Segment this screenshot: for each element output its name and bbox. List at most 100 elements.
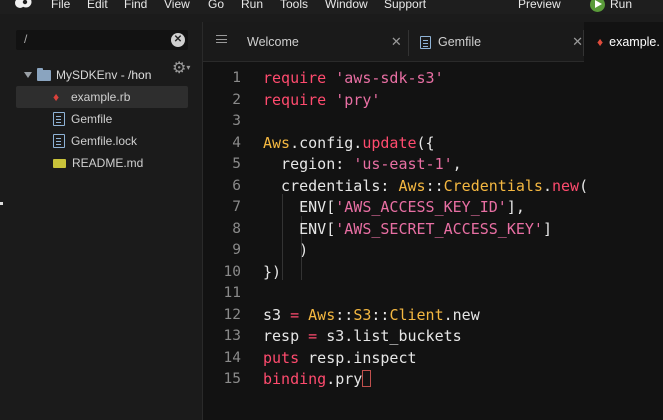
play-icon bbox=[590, 0, 605, 12]
code-token: new bbox=[552, 176, 580, 195]
tab-example-rb[interactable]: ♦ example. bbox=[584, 22, 663, 62]
code-token: Aws bbox=[308, 305, 336, 324]
code-token: Aws bbox=[398, 176, 426, 195]
code-line[interactable]: require 'aws-sdk-s3' bbox=[263, 68, 588, 90]
code-token: ], bbox=[506, 198, 525, 216]
ruby-icon: ♦ bbox=[597, 35, 604, 49]
code-token: require bbox=[263, 69, 327, 87]
file-item-example-rb[interactable]: ♦ example.rb bbox=[16, 86, 188, 108]
menu-run[interactable]: Run bbox=[241, 0, 263, 11]
menu-go[interactable]: Go bbox=[208, 0, 224, 11]
code-line[interactable]: ENV['AWS_SECRET_ACCESS_KEY'] bbox=[263, 219, 588, 241]
code-token: puts bbox=[263, 348, 300, 367]
file-item-gemfile[interactable]: Gemfile bbox=[16, 108, 188, 130]
tab-label: Gemfile bbox=[438, 35, 482, 49]
line-number: 15 bbox=[223, 371, 241, 387]
folder-icon bbox=[37, 67, 51, 81]
file-tree-panel: / ✕ MySDKEnv - /hon ⚙▾ ♦ example.rb Gemf… bbox=[0, 14, 196, 420]
code-editor[interactable]: Welcome ✕ Gemfile ✕ ♦ example. 1 2 3 4 5… bbox=[202, 22, 663, 420]
code-token: Credentials bbox=[443, 176, 543, 195]
line-number: 1 bbox=[232, 70, 241, 86]
code-token: ENV[ bbox=[263, 198, 336, 216]
menu-tools[interactable]: Tools bbox=[280, 0, 308, 11]
code-token: . bbox=[542, 176, 552, 195]
line-number: 5 bbox=[232, 156, 241, 172]
code-token: S3 bbox=[353, 305, 372, 324]
chevron-down-icon[interactable] bbox=[24, 72, 32, 78]
code-line[interactable]: ) bbox=[263, 240, 588, 262]
text-cursor bbox=[362, 370, 372, 387]
line-number: 2 bbox=[232, 91, 241, 108]
code-line[interactable]: Aws.config.update({ bbox=[263, 133, 588, 155]
code-token: 'aws-sdk-s3' bbox=[335, 69, 444, 87]
markdown-icon bbox=[53, 158, 66, 168]
code-line[interactable]: s3 = Aws::S3::Client.new bbox=[263, 305, 588, 327]
file-search-value: / bbox=[24, 32, 28, 46]
code-token: s3.list_buckets bbox=[317, 327, 462, 345]
menu-support[interactable]: Support bbox=[384, 0, 426, 11]
code-token: update bbox=[362, 133, 417, 152]
menu-view[interactable]: View bbox=[164, 0, 190, 11]
preview-button[interactable]: Preview bbox=[518, 0, 561, 11]
file-item-gemfile-lock[interactable]: Gemfile.lock bbox=[16, 130, 188, 152]
code-line[interactable]: credentials: Aws::Credentials.new( bbox=[263, 176, 588, 198]
code-token: binding bbox=[263, 370, 327, 388]
code-token: 'AWS_ACCESS_KEY_ID' bbox=[335, 198, 507, 216]
clear-search-icon[interactable]: ✕ bbox=[171, 33, 185, 47]
code-line[interactable]: region: 'us-east-1', bbox=[263, 154, 588, 176]
code-token: = bbox=[290, 305, 300, 324]
code-token: ({ bbox=[416, 133, 435, 152]
line-number: 13 bbox=[223, 328, 241, 344]
line-number: 8 bbox=[232, 220, 241, 237]
menu-edit[interactable]: Edit bbox=[87, 0, 108, 11]
code-token: 'us-east-1' bbox=[353, 155, 453, 173]
run-button-label: Run bbox=[610, 0, 633, 11]
run-button[interactable]: Run bbox=[590, 0, 632, 12]
close-icon[interactable]: ✕ bbox=[572, 34, 583, 50]
file-item-label: Gemfile bbox=[71, 112, 113, 126]
file-item-label: example.rb bbox=[71, 90, 131, 104]
cloud9-logo-icon[interactable] bbox=[14, 0, 32, 10]
line-number: 7 bbox=[232, 199, 241, 215]
gear-icon[interactable]: ⚙▾ bbox=[172, 60, 196, 77]
workspace-root-folder[interactable]: MySDKEnv - /hon bbox=[24, 66, 151, 84]
panel-resize-handle[interactable] bbox=[0, 202, 3, 205]
code-token: , bbox=[452, 155, 462, 173]
code-token: resp bbox=[263, 327, 309, 345]
code-token: require bbox=[263, 90, 327, 109]
line-number: 4 bbox=[232, 134, 241, 151]
close-icon[interactable]: ✕ bbox=[391, 34, 402, 50]
ruby-icon: ♦ bbox=[53, 90, 60, 104]
file-search-input[interactable]: / ✕ bbox=[16, 30, 188, 50]
menu-window[interactable]: Window bbox=[325, 0, 368, 11]
code-line[interactable]: puts resp.inspect bbox=[263, 348, 588, 370]
document-icon bbox=[53, 134, 65, 148]
code-line[interactable]: binding.pry bbox=[263, 369, 588, 391]
tab-gemfile[interactable]: Gemfile ✕ bbox=[420, 22, 583, 62]
line-number-gutter: 1 2 3 4 5 6 7 8 9 10 11 12 13 14 15 bbox=[203, 68, 247, 391]
document-icon bbox=[420, 35, 431, 49]
code-line[interactable] bbox=[263, 283, 588, 305]
file-item-label: README.md bbox=[72, 156, 144, 170]
code-token: region: bbox=[263, 155, 354, 173]
code-token: :: bbox=[425, 176, 444, 195]
code-token: .config. bbox=[290, 133, 363, 152]
code-line[interactable]: require 'pry' bbox=[263, 90, 588, 112]
code-line[interactable]: resp = s3.list_buckets bbox=[263, 326, 588, 348]
menu-file[interactable]: File bbox=[51, 0, 70, 11]
code-token: }) bbox=[263, 262, 282, 281]
code-token: Client bbox=[389, 305, 444, 324]
document-icon bbox=[53, 112, 65, 126]
code-line[interactable]: ENV['AWS_ACCESS_KEY_ID'], bbox=[263, 197, 588, 219]
code-line[interactable] bbox=[263, 111, 588, 133]
file-item-readme-md[interactable]: README.md bbox=[16, 152, 188, 174]
menu-find[interactable]: Find bbox=[124, 0, 147, 11]
code-line[interactable]: }) bbox=[263, 262, 588, 284]
line-number: 10 bbox=[223, 263, 241, 280]
code-token: .pry bbox=[326, 370, 363, 388]
hamburger-icon[interactable] bbox=[216, 35, 227, 43]
code-token: credentials: bbox=[263, 176, 399, 195]
tab-welcome[interactable]: Welcome ✕ bbox=[247, 22, 402, 62]
